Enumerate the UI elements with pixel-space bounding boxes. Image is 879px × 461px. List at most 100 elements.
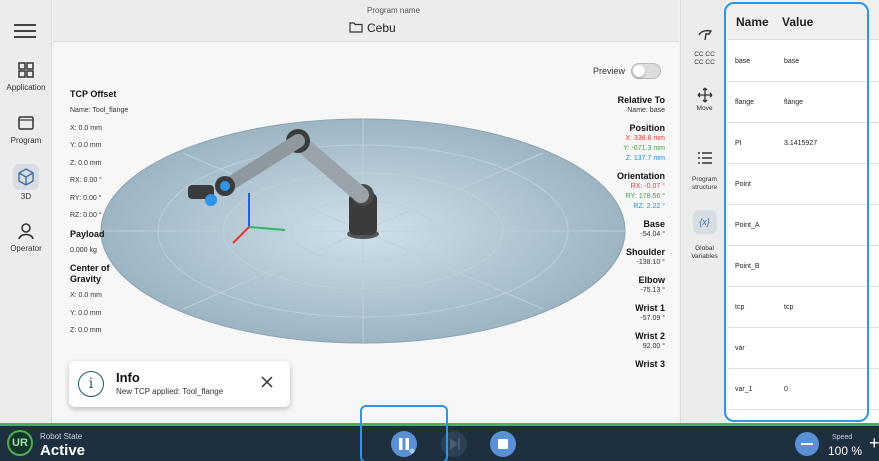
app-root: Application Program 3D Operator Program … (0, 0, 879, 461)
stop-button[interactable] (490, 431, 516, 457)
hand-icon (697, 29, 712, 41)
list-icon (697, 152, 712, 164)
variables-panel: Name Value base base flange flange PI 3.141… (728, 0, 879, 423)
variable-row[interactable]: base base (728, 41, 879, 82)
tool-move[interactable]: Move (681, 87, 728, 113)
payload-value: 0.000 kg (70, 246, 97, 254)
info-toast: i Info New TCP applied: Tool_flange (69, 361, 290, 407)
joint-wrist1-value: -57.09 ° (640, 315, 665, 322)
folder-icon (349, 22, 363, 33)
joint-base-value: -54.04 ° (640, 231, 665, 238)
preview-toggle[interactable] (631, 63, 661, 79)
variable-name: var_1 (735, 386, 753, 393)
variables-icon: {x} (692, 210, 717, 234)
step-forward-icon (450, 438, 460, 450)
variable-row[interactable]: var_1 0 (728, 369, 879, 410)
nav-label-3d: 3D (20, 192, 32, 201)
joint-wrist3-title: Wrist 3 (635, 359, 665, 369)
info-icon: i (78, 371, 104, 397)
nav-label-application: Application (6, 83, 46, 92)
move-icon (697, 87, 712, 103)
position-z: Z: 137.7 mm (625, 155, 665, 162)
tcp-offset-rz: RZ: 0.00 ° (70, 212, 102, 219)
program-name-caption: Program name (367, 6, 420, 15)
preview-label: Preview (592, 66, 625, 76)
menu-icon[interactable] (14, 24, 36, 38)
nav-item-application[interactable]: Application (0, 60, 52, 92)
cog-title-line1: Center of (70, 263, 110, 273)
joint-base-title: Base (643, 219, 665, 229)
speed-increase-button[interactable]: + (869, 434, 879, 454)
orientation-title: Orientation (616, 171, 665, 181)
joint-shoulder-title: Shoulder (625, 247, 665, 257)
variable-value: 0 (784, 386, 788, 393)
variable-name: base (735, 58, 751, 65)
nav-label-program: Program (10, 136, 42, 145)
payload-title: Payload (70, 228, 105, 239)
position-y: Y: -671.3 mm (623, 145, 665, 152)
variable-name: PI (735, 140, 742, 147)
tool-cc[interactable]: CC CC CC CC (681, 51, 728, 67)
joint-wrist1-title: Wrist 1 (635, 303, 665, 313)
cog-x: X: 0.0 mm (70, 292, 102, 299)
variable-name: var (735, 345, 745, 352)
relative-to-name: Name: base (627, 107, 665, 114)
left-nav: Application Program 3D Operator (0, 0, 52, 423)
person-icon (18, 223, 34, 240)
speed-label: Speed (832, 434, 853, 441)
orientation-rx: RX: -0.07 ° (630, 183, 665, 190)
position-title: Position (629, 123, 666, 133)
3d-viewport[interactable]: Preview TCP Offset Name: Tool_flange X: … (53, 43, 679, 423)
toast-title: Info (116, 370, 140, 385)
variable-row[interactable]: Point_A (728, 205, 879, 246)
cog-title-line2: Gravity (70, 274, 102, 284)
tcp-offset-x: X: 0.0 mm (70, 124, 102, 132)
cog-z: Z: 0.0 mm (70, 327, 102, 334)
orientation-ry: RY: 178.56 ° (625, 193, 665, 200)
variable-name: Point (735, 181, 751, 188)
variable-value: 3.1415927 (784, 140, 818, 147)
joint-shoulder-value: -138.10 ° (636, 259, 666, 266)
tool-hand[interactable] (681, 26, 728, 44)
tool-program-structure[interactable]: Program structure (681, 142, 728, 192)
variable-row[interactable]: Point_B (728, 246, 879, 287)
pause-icon (399, 438, 415, 454)
nav-label-operator: Operator (10, 244, 42, 253)
pause-button[interactable] (391, 431, 417, 457)
variable-name: flange (735, 99, 755, 106)
tcp-panel: TCP Offset Name: Tool_flange X: 0.0 mm Y… (70, 83, 128, 344)
tool-global-variables-label: Global Variables (691, 245, 718, 260)
variable-row[interactable]: var (728, 328, 879, 369)
step-button[interactable] (441, 431, 467, 457)
relative-to-title: Relative To (617, 95, 665, 105)
program-name: Cebu (367, 21, 396, 35)
tool-program-structure-label: Program structure (691, 176, 718, 191)
variable-name: Point_A (735, 222, 760, 229)
pose-readout: Relative To Name: base Position X: 336.6… (617, 95, 665, 370)
joint-elbow-title: Elbow (638, 275, 666, 285)
variable-value: base (784, 58, 800, 65)
tcp-offset-rx: RX: 0.00 ° (70, 177, 102, 184)
orientation-rz: RZ: 2.22 ° (633, 203, 665, 210)
variable-name: tcp (735, 304, 745, 311)
variable-row[interactable]: Point (728, 164, 879, 205)
nav-item-program[interactable]: Program (0, 113, 52, 145)
toast-message: New TCP applied: Tool_flange (116, 387, 224, 396)
nav-item-3d[interactable]: 3D (0, 164, 52, 201)
cube-icon (18, 168, 34, 186)
variable-row[interactable]: flange flange (728, 82, 879, 123)
variables-table-header: Name Value (728, 0, 879, 40)
nav-item-operator[interactable]: Operator (0, 221, 52, 253)
close-icon[interactable] (260, 375, 274, 389)
speed-value: 100 % (828, 444, 863, 458)
variable-row[interactable]: tcp tcp (728, 287, 879, 328)
variable-name: Point_B (735, 263, 760, 270)
tool-strip: CC CC CC CC Move Program structure {x} G… (680, 0, 727, 423)
variable-row[interactable]: PI 3.1415927 (728, 123, 879, 164)
robot-logo-icon: UR (7, 430, 33, 456)
variable-value: flange (784, 99, 804, 106)
speed-decrease-button[interactable] (795, 432, 819, 456)
joint-elbow-value: -75.13 ° (640, 287, 665, 294)
robot-state-label: Robot State (40, 432, 83, 441)
tool-global-variables[interactable]: {x} Global Variables (681, 202, 728, 261)
